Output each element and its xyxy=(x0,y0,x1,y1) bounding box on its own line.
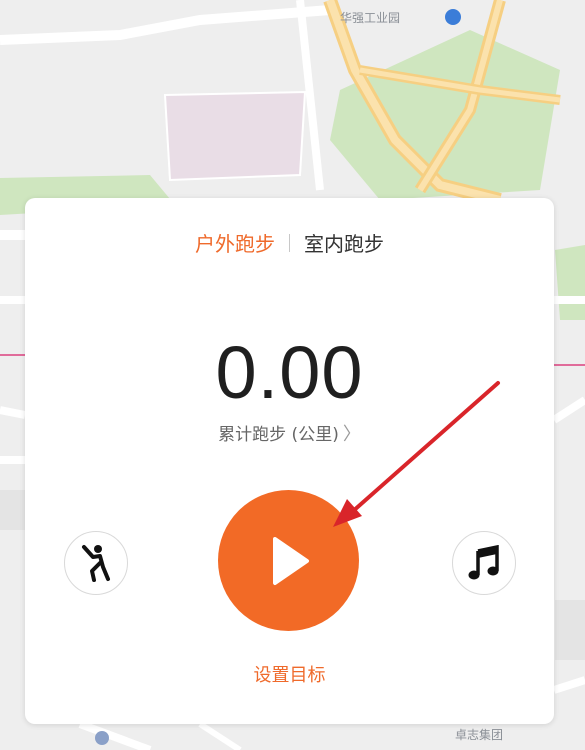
map-label-bottom-right: 卓志集团 xyxy=(455,728,504,742)
stretching-person-icon xyxy=(82,545,110,582)
run-panel-card: 户外跑步 室内跑步 0.00 累计跑步 (公里) 〉 设置目标 xyxy=(25,198,554,724)
map-label-industrial-area: 华强工业园 xyxy=(340,11,401,25)
total-distance-link[interactable]: 累计跑步 (公里) 〉 xyxy=(25,420,554,446)
set-goal-link[interactable]: 设置目标 xyxy=(25,661,554,687)
total-distance-value: 0.00 xyxy=(215,331,364,414)
chevron-right-icon: 〉 xyxy=(342,424,361,445)
play-icon xyxy=(272,536,309,585)
warmup-button[interactable] xyxy=(64,531,128,595)
music-note-icon xyxy=(468,545,499,580)
music-button[interactable] xyxy=(452,531,516,595)
tab-outdoor-run[interactable]: 户外跑步 xyxy=(181,228,289,257)
tab-indoor-run[interactable]: 室内跑步 xyxy=(290,228,398,257)
run-mode-tabs: 户外跑步 室内跑步 xyxy=(25,228,554,257)
start-run-button[interactable] xyxy=(218,490,359,631)
total-distance-label: 累计跑步 (公里) xyxy=(218,425,339,445)
